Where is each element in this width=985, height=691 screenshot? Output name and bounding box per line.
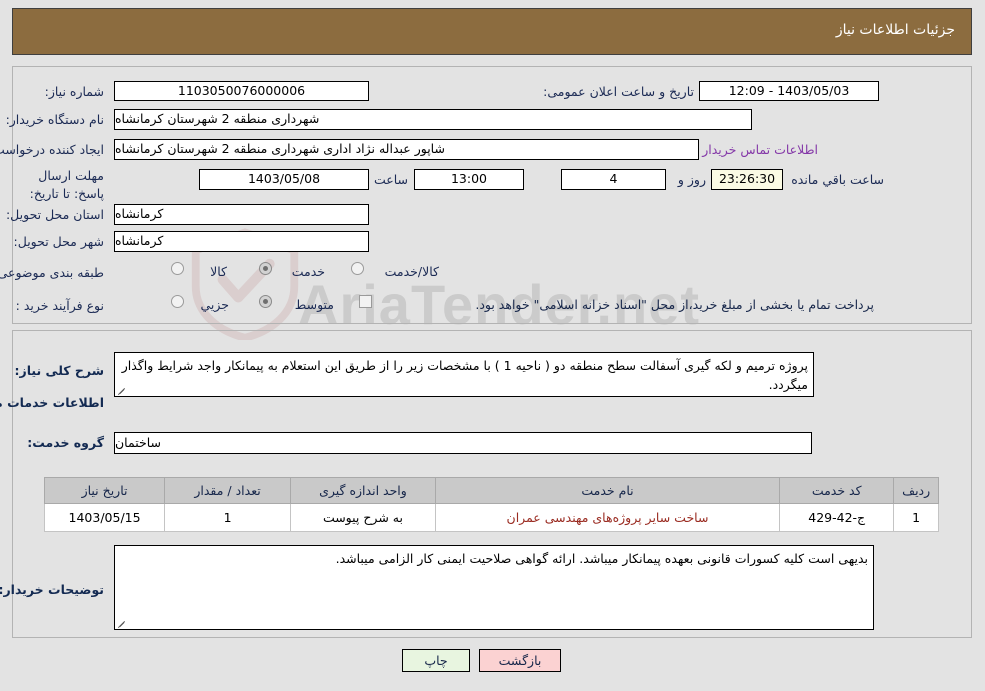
treasury-documents-checkbox[interactable] (360, 295, 373, 308)
services-table: ردیف کد خدمت نام خدمت واحد اندازه گیری ت… (44, 477, 940, 532)
cell-name: ساخت سایر پروژه‌های مهندسی عمران (435, 503, 782, 532)
description-textarea[interactable]: پروژه ترمیم و لکه گیری آسفالت سطح منطقه … (115, 352, 815, 397)
creator-label: ایجاد کننده درخواست: (0, 142, 105, 157)
province-label: استان محل تحویل: (6, 207, 105, 222)
public-announce-label: تاریخ و ساعت اعلان عمومی: (544, 84, 695, 99)
service-group-label: گروه خدمت: (28, 435, 105, 450)
cell-qty: 1 (165, 503, 292, 532)
page-root: AriaTender.net جزئیات اطلاعات نیاز شماره… (0, 0, 985, 691)
page-title: جزئیات اطلاعات نیاز (836, 22, 956, 38)
category-radio-kala-khedmat[interactable] (352, 262, 365, 275)
col-date: تاریخ نیاز (44, 477, 167, 504)
col-unit: واحد اندازه گیری (291, 477, 437, 504)
need-info-panel (13, 66, 973, 324)
category-option-label-1: خدمت (292, 264, 326, 279)
treasury-documents-label: پرداخت تمام یا بخشی از مبلغ خرید،از محل … (476, 297, 875, 312)
print-button[interactable]: چاپ (403, 649, 471, 672)
cell-unit: به شرح پیوست (291, 503, 437, 532)
services-section-title: اطلاعات خدمات مورد نیاز (0, 395, 105, 410)
time-remaining-field: 23:26:30 (712, 169, 784, 190)
category-radio-khedmat[interactable] (260, 262, 273, 275)
buyer-org-label: نام دستگاه خریدار: (6, 112, 105, 127)
header-bar: جزئیات اطلاعات نیاز (13, 8, 973, 55)
buyer-notes-textarea[interactable]: بدیهی است کلیه کسورات قانونی بعهده پیمان… (115, 545, 875, 630)
buyer-notes-label: توضیحات خریدار: (0, 582, 105, 597)
col-qty: تعداد / مقدار (165, 477, 292, 504)
table-header-row: ردیف کد خدمت نام خدمت واحد اندازه گیری ت… (44, 477, 940, 504)
back-button[interactable]: بازگشت (480, 649, 562, 672)
category-option-label-2: کالا/خدمت (385, 264, 440, 279)
cell-code: ج-42-429 (780, 503, 896, 532)
creator-field: شاپور عبداله نژاد اداری شهرداری منطقه 2 … (115, 139, 700, 160)
col-row: ردیف (894, 477, 940, 504)
need-number-label: شماره نیاز: (45, 84, 105, 99)
service-group-field[interactable]: ساختمان (115, 432, 813, 454)
category-label: طبقه بندی موضوعی: (0, 265, 105, 280)
days-label: روز و (678, 172, 707, 187)
col-code: کد خدمت (780, 477, 896, 504)
process-radio-jozi[interactable] (172, 295, 185, 308)
process-option-label-0: جزیي (201, 297, 230, 312)
category-option-label-0: کالا (211, 264, 228, 279)
city-label: شهر محل تحویل: (14, 234, 105, 249)
city-field: کرمانشاه (115, 231, 370, 252)
need-number-field: 1103050076000006 (115, 81, 370, 101)
cell-date: 1403/05/15 (44, 503, 167, 532)
table-row[interactable]: 1 ج-42-429 ساخت سایر پروژه‌های مهندسی عم… (44, 503, 940, 532)
description-resize-grip[interactable] (117, 384, 127, 394)
buyer-org-field: شهرداری منطقه 2 شهرستان کرمانشاه (115, 109, 753, 130)
days-remaining-field: 4 (562, 169, 667, 190)
process-radio-motavaset[interactable] (260, 295, 273, 308)
public-announce-field: 1403/05/03 - 12:09 (700, 81, 880, 101)
hour-label: ساعت (374, 172, 409, 187)
buyer-contact-link[interactable]: اطلاعات تماس خریدار (703, 142, 819, 157)
cell-row: 1 (894, 503, 940, 532)
col-name: نام خدمت (435, 477, 782, 504)
process-label: نوع فرآیند خرید : (16, 298, 105, 313)
deadline-time-field: 13:00 (415, 169, 525, 190)
buyer-notes-resize-grip[interactable] (117, 617, 127, 627)
deadline-label: مهلت ارسال پاسخ: تا تاریخ: (30, 168, 105, 202)
province-field: کرمانشاه (115, 204, 370, 225)
remaining-suffix-label: ساعت باقي مانده (792, 172, 885, 187)
description-label: شرح کلی نیاز: (15, 363, 105, 378)
deadline-date-field: 1403/05/08 (200, 169, 370, 190)
process-option-label-1: متوسط (295, 297, 335, 312)
category-radio-kala[interactable] (172, 262, 185, 275)
